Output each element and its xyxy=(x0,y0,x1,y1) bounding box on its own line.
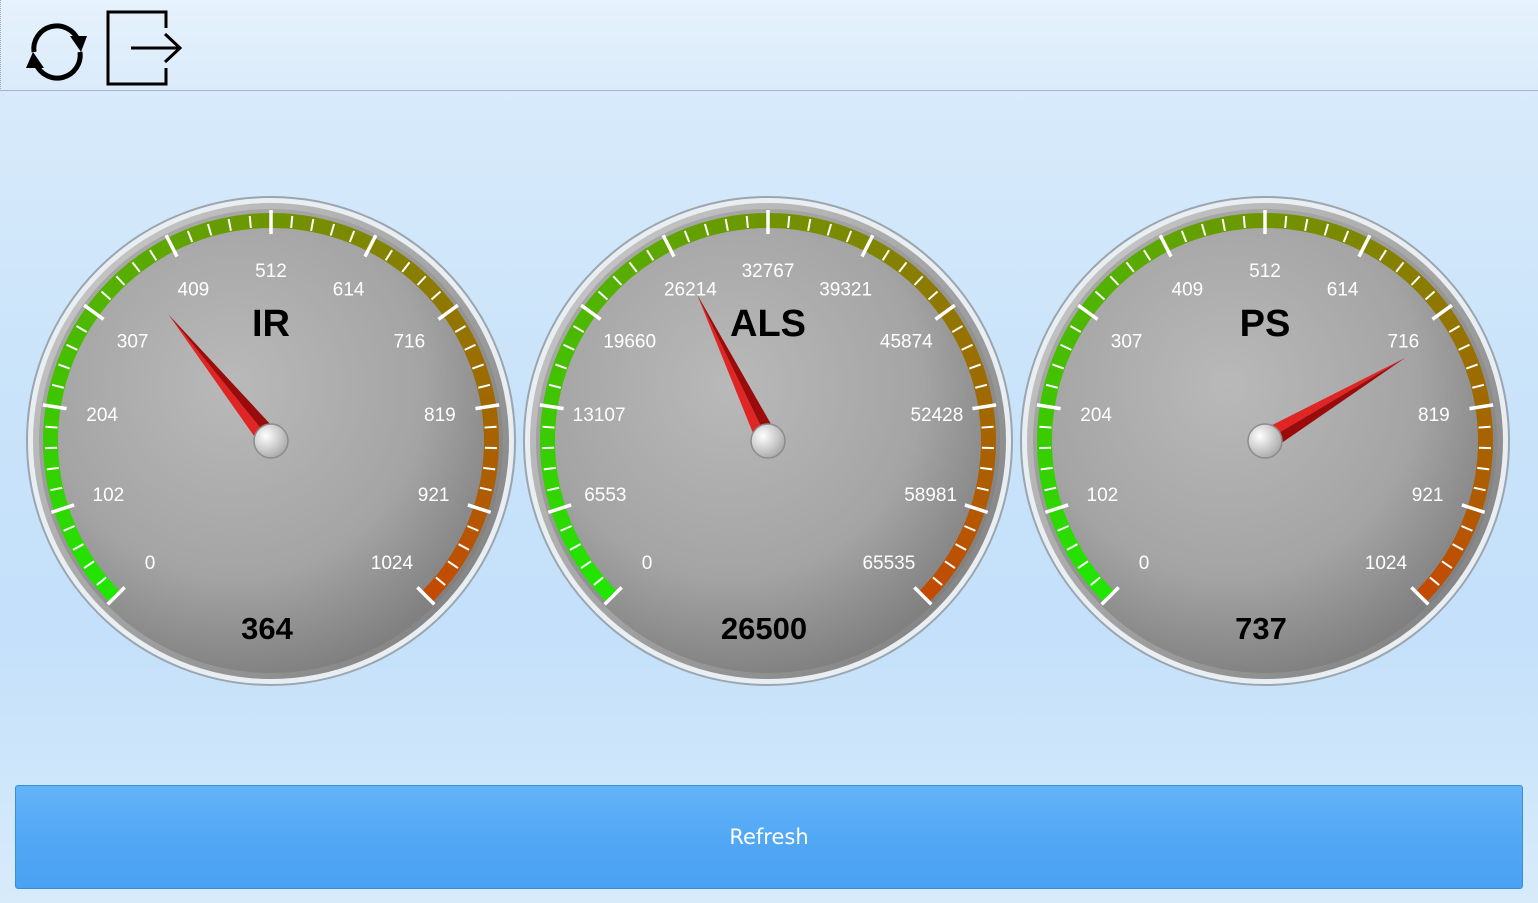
gauge-minor-tick xyxy=(484,425,497,429)
gauge-arc-segment xyxy=(540,428,556,441)
gauge-arc-segment xyxy=(43,451,60,465)
gauge-arc-segment xyxy=(483,429,499,442)
gauge-arc-segment xyxy=(1476,417,1493,431)
gauge-hub xyxy=(1247,423,1283,459)
gauge-arc-segment xyxy=(1037,440,1053,453)
gauge-arc-segment xyxy=(482,417,499,431)
gauge-tick-label: 819 xyxy=(1418,405,1450,426)
gauge-arc-segment xyxy=(979,417,996,431)
gauge-als: 0 6553 13107 19660 26214 32767 39321 45874 52428… xyxy=(523,196,1013,686)
gauge-arc-segment xyxy=(1037,451,1054,465)
gauge-tick-label: 204 xyxy=(86,405,118,426)
gauge-tick-label: 58981 xyxy=(904,485,957,506)
gauge-minor-tick xyxy=(787,215,791,229)
gauge-arc-segment xyxy=(1477,429,1493,442)
gauge-tick-label: 512 xyxy=(1249,261,1281,282)
gauge-tick-label: 6553 xyxy=(584,485,626,506)
gauge-title: PS xyxy=(1240,303,1291,345)
gauge-arc-segment xyxy=(247,213,261,230)
gauge-tick-label: 614 xyxy=(333,280,365,301)
gauge-tick-label: 716 xyxy=(393,331,425,352)
toolbar xyxy=(0,0,1538,91)
gauge-minor-tick xyxy=(542,425,555,429)
gauge-arc-segment xyxy=(744,213,758,230)
gauge-arc-segment xyxy=(1037,428,1053,441)
gauge-arc-segment xyxy=(1265,213,1278,229)
gauge-minor-tick xyxy=(1284,215,1288,229)
gauge-tick-label: 26214 xyxy=(664,280,717,301)
gauge-tick-label: 409 xyxy=(178,280,210,301)
gauge-tick-label: 13107 xyxy=(573,405,626,426)
gauge-tick-label: 1024 xyxy=(371,553,414,574)
gauge-tick-label: 102 xyxy=(1087,485,1119,506)
gauge-tick-label: 0 xyxy=(642,553,653,574)
gauge-minor-tick xyxy=(745,215,749,229)
gauge-tick-label: 65535 xyxy=(862,553,915,574)
gauge-ir: 0 102 204 307 409 512 614 716 819 921 1024 IR 364 xyxy=(26,196,516,686)
gauge-value: 364 xyxy=(241,611,293,646)
gauge-tick-label: 614 xyxy=(1327,280,1359,301)
gauge-tick-label: 0 xyxy=(145,553,156,574)
gauge-ps: 0 102 204 307 409 512 614 716 819 921 1024 PS 737 xyxy=(1020,196,1510,686)
gauge-hub xyxy=(253,423,289,459)
gauge-minor-tick xyxy=(1478,425,1491,429)
gauge-minor-tick xyxy=(45,425,58,429)
refresh-icon[interactable] xyxy=(17,8,97,88)
gauge-value: 737 xyxy=(1235,611,1287,646)
gauge-arc-segment xyxy=(43,440,59,453)
gauge-tick-label: 19660 xyxy=(603,331,656,352)
gauge-minor-tick xyxy=(1242,215,1246,229)
gauge-arc-segment xyxy=(768,213,781,229)
gauge-tick-label: 52428 xyxy=(910,405,963,426)
gauge-minor-tick xyxy=(248,215,252,229)
gauge-arc-segment xyxy=(540,451,557,465)
gauge-tick-label: 716 xyxy=(1387,331,1419,352)
gauge-value: 26500 xyxy=(721,611,807,646)
gauge-arc-segment xyxy=(271,213,284,229)
gauge-tick-label: 409 xyxy=(1172,280,1204,301)
gauge-tick-label: 102 xyxy=(93,485,125,506)
exit-icon[interactable] xyxy=(103,8,183,88)
gauge-tick-label: 921 xyxy=(418,485,450,506)
gauge-tick-label: 307 xyxy=(1111,331,1143,352)
gauge-tick-label: 512 xyxy=(255,261,287,282)
gauge-tick-label: 921 xyxy=(1412,485,1444,506)
gauge-tick-label: 45874 xyxy=(880,331,933,352)
refresh-button-label: Refresh xyxy=(729,825,809,849)
gauge-tick-label: 32767 xyxy=(742,261,795,282)
gauge-tick-label: 39321 xyxy=(819,280,872,301)
gauge-minor-tick xyxy=(290,215,294,229)
gauge-hub xyxy=(750,423,786,459)
gauge-arc-segment xyxy=(540,440,556,453)
gauge-arc-segment xyxy=(980,429,996,442)
gauge-title: ALS xyxy=(730,303,806,345)
gauge-tick-label: 307 xyxy=(117,331,149,352)
refresh-button[interactable]: Refresh xyxy=(15,785,1523,889)
gauge-arc-segment xyxy=(1241,213,1255,230)
gauge-arc-segment xyxy=(43,428,59,441)
gauge-minor-tick xyxy=(981,425,994,429)
gauge-panel: 0 102 204 307 409 512 614 716 819 921 1024 IR 364 0 6… xyxy=(0,92,1538,782)
gauge-tick-label: 204 xyxy=(1080,405,1112,426)
gauge-tick-label: 1024 xyxy=(1365,553,1408,574)
gauge-tick-label: 819 xyxy=(424,405,456,426)
gauge-tick-label: 0 xyxy=(1139,553,1150,574)
gauge-minor-tick xyxy=(1039,425,1052,429)
gauge-title: IR xyxy=(252,303,290,345)
